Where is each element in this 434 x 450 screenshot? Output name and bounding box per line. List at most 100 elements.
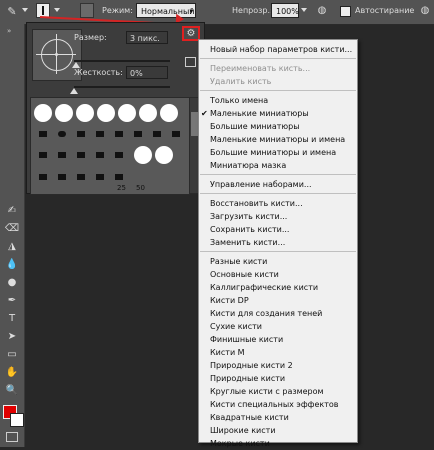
menu-item-label: Только имена — [210, 96, 269, 105]
menu-item-label: Кисти DP — [210, 296, 249, 305]
new-preset-icon[interactable] — [185, 57, 196, 67]
hardness-slider-handle[interactable] — [70, 88, 78, 94]
brush-preset[interactable] — [134, 131, 142, 137]
menu-item-label: Сухие кисти — [210, 322, 263, 331]
menu-item-label: Природные кисти 2 — [210, 361, 293, 370]
brush-preset[interactable] — [39, 174, 47, 180]
menu-item-label: Заменить кисти... — [210, 238, 286, 247]
brush-preset-panel: Размер: 3 пикс. ⚙ Жесткость: 0% 25 50 — [26, 22, 205, 195]
pressure-opacity-icon[interactable]: ◍ — [315, 4, 329, 18]
brush-preset[interactable] — [58, 152, 66, 158]
menu-item[interactable]: Большие миниатюры и имена — [199, 146, 357, 159]
menu-item[interactable]: Основные кисти — [199, 268, 357, 281]
size-slider[interactable] — [74, 60, 170, 62]
auto-erase-checkbox[interactable] — [340, 6, 351, 17]
hand-icon[interactable]: ✋ — [4, 366, 20, 380]
menu-item[interactable]: Заменить кисти... — [199, 236, 357, 249]
menu-item[interactable]: Природные кисти 2 — [199, 359, 357, 372]
menu-item-label: Сохранить кисти... — [210, 225, 290, 234]
menu-item[interactable]: Каллиграфические кисти — [199, 281, 357, 294]
menu-item-label: Квадратные кисти — [210, 413, 289, 422]
brush-preset[interactable] — [172, 131, 180, 137]
hardness-slider[interactable] — [74, 86, 170, 88]
menu-item[interactable]: Маленькие миниатюры и имена — [199, 133, 357, 146]
zoom-icon[interactable]: 🔍 — [4, 384, 20, 398]
pressure-size-icon[interactable]: ◍ — [418, 4, 432, 18]
brush-preset[interactable] — [96, 152, 104, 158]
background-color-swatch[interactable] — [10, 413, 24, 427]
brush-preset[interactable] — [77, 152, 85, 158]
menu-item[interactable]: Разные кисти — [199, 255, 357, 268]
brush-preset-grid[interactable]: 25 50 — [30, 97, 190, 195]
type-icon[interactable]: T — [4, 312, 20, 326]
opacity-dropdown-icon[interactable] — [301, 8, 307, 12]
opacity-input[interactable]: 100% — [271, 3, 299, 18]
hardness-input[interactable]: 0% — [126, 66, 168, 79]
menu-item[interactable]: Круглые кисти с размером — [199, 385, 357, 398]
brush-panel-toggle-icon[interactable] — [80, 3, 94, 18]
mode-select[interactable]: Нормальный ▾ — [136, 3, 196, 18]
brush-preset[interactable] — [96, 174, 104, 180]
menu-item[interactable]: Восстановить кисти... — [199, 197, 357, 210]
menu-item-label: Удалить кисть — [210, 77, 272, 86]
menu-item-label: Большие миниатюры и имена — [210, 148, 337, 157]
round-brush-preset[interactable] — [34, 104, 52, 122]
menu-item[interactable]: Только имена — [199, 94, 357, 107]
brush-preset[interactable] — [77, 174, 85, 180]
menu-item[interactable]: Кисти для создания теней — [199, 307, 357, 320]
paint-bucket-icon[interactable]: ◮ — [4, 240, 20, 254]
menu-item[interactable]: Сухие кисти — [199, 320, 357, 333]
menu-item[interactable]: Большие миниатюры — [199, 120, 357, 133]
menu-item[interactable]: Природные кисти — [199, 372, 357, 385]
brush-preset[interactable] — [153, 131, 161, 137]
round-brush-preset[interactable] — [97, 104, 115, 122]
menu-item[interactable]: ✔ Маленькие миниатюры — [199, 107, 357, 120]
round-brush-preset[interactable] — [134, 146, 152, 164]
round-brush-preset[interactable] — [160, 104, 178, 122]
round-brush-preset[interactable] — [139, 104, 157, 122]
menu-item-label: Природные кисти — [210, 374, 286, 383]
brush-preset[interactable] — [115, 152, 123, 158]
dodge-icon[interactable]: ● — [4, 276, 20, 290]
round-brush-preset[interactable] — [76, 104, 94, 122]
menu-item-label: Кисти для создания теней — [210, 309, 323, 318]
menu-item[interactable]: Управление наборами... — [199, 178, 357, 191]
brush-preset[interactable] — [39, 131, 47, 137]
brush-preset[interactable] — [39, 152, 47, 158]
menu-item[interactable]: Финишные кисти — [199, 333, 357, 346]
brush-preset[interactable] — [115, 174, 123, 180]
path-select-icon[interactable]: ➤ — [4, 330, 20, 344]
brush-preset[interactable] — [77, 131, 85, 137]
menu-item[interactable]: Загрузить кисти... — [199, 210, 357, 223]
pen-icon[interactable]: ✒ — [4, 294, 20, 308]
brush-preset[interactable] — [58, 131, 66, 137]
auto-erase-label: Автостирание — [355, 6, 415, 15]
menu-item[interactable]: Кисти DP — [199, 294, 357, 307]
hardness-label: Жесткость: — [74, 68, 123, 77]
menu-item[interactable]: Новый набор параметров кисти... — [199, 43, 357, 56]
round-brush-preset[interactable] — [55, 104, 73, 122]
tool-preset-dropdown-icon[interactable] — [22, 8, 28, 12]
quick-mask-icon[interactable] — [6, 432, 18, 442]
history-brush-icon[interactable]: ✍ — [4, 204, 20, 218]
menu-item[interactable]: Широкие кисти — [199, 424, 357, 437]
brush-preset[interactable] — [115, 131, 123, 137]
brush-preset-dropdown-icon[interactable] — [54, 8, 60, 12]
round-brush-preset[interactable] — [118, 104, 136, 122]
menu-item[interactable]: Квадратные кисти — [199, 411, 357, 424]
toolbar-collapse-icon[interactable]: » — [7, 27, 11, 35]
menu-item[interactable]: Миниатюра мазка — [199, 159, 357, 172]
menu-item[interactable]: Сохранить кисти... — [199, 223, 357, 236]
menu-item[interactable]: Мокрые кисти — [199, 437, 357, 450]
blur-icon[interactable]: 💧 — [4, 258, 20, 272]
eraser-icon[interactable]: ⌫ — [4, 222, 20, 236]
menu-item[interactable]: Кисти M — [199, 346, 357, 359]
brush-preset[interactable] — [96, 131, 104, 137]
menu-item-label: Каллиграфические кисти — [210, 283, 319, 292]
brush-tool-icon[interactable]: ✎ — [4, 4, 20, 19]
size-input[interactable]: 3 пикс. — [126, 31, 168, 44]
round-brush-preset[interactable] — [155, 146, 173, 164]
rectangle-icon[interactable]: ▭ — [4, 348, 20, 362]
brush-preset[interactable] — [58, 174, 66, 180]
menu-item[interactable]: Кисти специальных эффектов — [199, 398, 357, 411]
